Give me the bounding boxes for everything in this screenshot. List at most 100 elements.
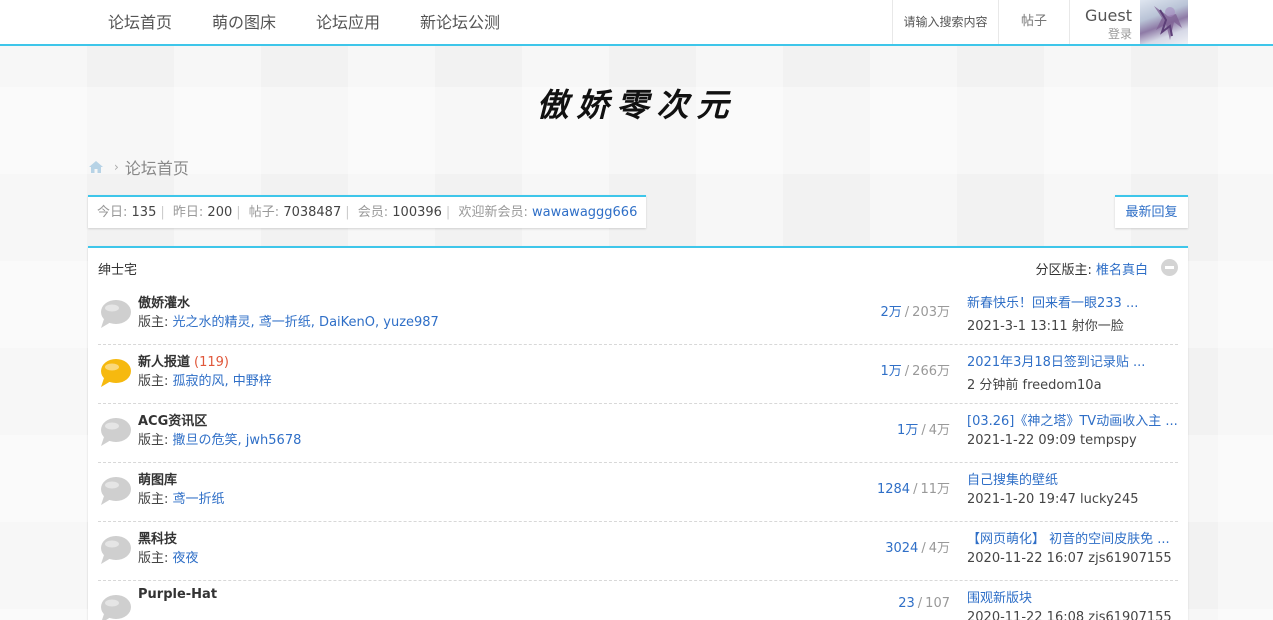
forum-name[interactable]: ACG资讯区 — [138, 410, 207, 429]
forum-counts: 1万/4万 — [897, 423, 950, 438]
last-post-title[interactable]: 2021年3月18日签到记录贴 ... — [967, 351, 1179, 370]
latest-replies-button[interactable]: 最新回复 — [1115, 195, 1188, 228]
nav-image-host[interactable]: 萌の图床 — [192, 0, 296, 44]
moderator-links[interactable]: 孤寂的风, 中野梓 — [173, 374, 272, 389]
forum-status-icon[interactable] — [98, 533, 132, 567]
thread-count: 1万 — [897, 423, 919, 438]
stat-yesterday-label: 昨日: — [172, 205, 204, 220]
forum-counts: 2万/203万 — [880, 305, 951, 320]
forum-name[interactable]: Purple-Hat — [138, 587, 217, 602]
moderator-prefix: 版主: — [138, 315, 169, 330]
moderator-links[interactable]: 夜夜 — [173, 551, 199, 566]
forum-status-icon[interactable] — [98, 297, 132, 331]
category-moderator: 分区版主: 椎名真白 — [1035, 259, 1148, 278]
forum-counts: 3024/4万 — [885, 541, 950, 556]
thread-count: 3024 — [885, 541, 919, 556]
search-input[interactable]: 请输入搜索内容 — [892, 0, 998, 44]
forum-counts: 23/107 — [898, 596, 950, 611]
last-post-meta: 2021-1-20 19:47 lucky245 — [967, 492, 1139, 507]
category-moderator-label: 分区版主: — [1035, 263, 1092, 278]
post-count: 266万 — [912, 364, 950, 379]
avatar-image — [1154, 6, 1182, 40]
last-post: 自己搜集的壁纸 2021-1-20 19:47 lucky245 — [967, 469, 1179, 507]
forum-category-panel: 绅士宅 分区版主: 椎名真白 傲娇灌水 版主: 光之水的精灵, 鸢一折纸, Da… — [88, 246, 1188, 620]
post-count: 4万 — [928, 541, 950, 556]
breadcrumb: › 论坛首页 — [88, 157, 189, 178]
forum-moderators: 版主: 孤寂的风, 中野梓 — [138, 370, 272, 389]
avatar[interactable] — [1140, 0, 1188, 44]
post-count: 4万 — [928, 423, 950, 438]
forum-name[interactable]: 黑科技 — [138, 528, 177, 547]
forum-status-icon[interactable] — [98, 415, 132, 449]
last-post-meta: 2020-11-22 16:08 zjs61907155 — [967, 610, 1172, 620]
top-navbar: 论坛首页 萌の图床 论坛应用 新论坛公测 请输入搜索内容 帖子 Guest 登录 — [0, 0, 1273, 46]
last-post: 【网页萌化】 初音的空间皮肤免 ... 2020-11-22 16:07 zjs… — [967, 528, 1179, 566]
forum-status-icon[interactable] — [98, 592, 132, 620]
stat-members-label: 会员: — [357, 205, 389, 220]
forum-name[interactable]: 新人报道 (119) — [138, 351, 229, 370]
collapse-icon[interactable] — [1161, 259, 1178, 276]
last-post: 新春快乐！回来看一眼233 ... 2021-3-1 13:11 射你一脸 — [967, 292, 1179, 334]
post-count: 107 — [925, 596, 950, 611]
forum-row: 傲娇灌水 版主: 光之水的精灵, 鸢一折纸, DaiKenO, yuze987 … — [98, 286, 1178, 345]
user-panel: Guest 登录 — [1070, 0, 1140, 44]
forum-moderators: 版主: 夜夜 — [138, 547, 199, 566]
stat-posts: 7038487 — [283, 205, 342, 220]
last-post-title[interactable]: 新春快乐！回来看一眼233 ... — [967, 292, 1179, 311]
forum-moderators: 版主: 撒旦の危笑, jwh5678 — [138, 429, 301, 448]
breadcrumb-separator: › — [114, 160, 119, 174]
stat-posts-label: 帖子: — [248, 205, 280, 220]
thread-count: 1万 — [880, 364, 902, 379]
moderator-links[interactable]: 鸢一折纸 — [173, 492, 225, 507]
last-post-meta: 2021-3-1 13:11 射你一脸 — [967, 319, 1124, 334]
last-post-title[interactable]: [03.26]《神之塔》TV动画收入主 ... — [967, 410, 1179, 429]
category-title[interactable]: 绅士宅 — [98, 259, 137, 278]
forum-name[interactable]: 萌图库 — [138, 469, 177, 488]
header-right: 请输入搜索内容 帖子 Guest 登录 — [892, 0, 1188, 44]
forum-status-icon[interactable] — [98, 474, 132, 508]
stat-members: 100396 — [392, 205, 442, 220]
nav-apps[interactable]: 论坛应用 — [296, 0, 400, 44]
user-name: Guest — [1085, 6, 1132, 25]
breadcrumb-current: 论坛首页 — [124, 159, 189, 178]
search-type-select[interactable]: 帖子 — [998, 0, 1070, 44]
new-post-count: (119) — [194, 355, 229, 370]
last-post-title[interactable]: 【网页萌化】 初音的空间皮肤免 ... — [967, 528, 1179, 547]
last-post: [03.26]《神之塔》TV动画收入主 ... 2021-1-22 09:09 … — [967, 410, 1179, 448]
moderator-links[interactable]: 光之水的精灵, 鸢一折纸, DaiKenO, yuze987 — [173, 315, 439, 330]
last-post: 2021年3月18日签到记录贴 ... 2 分钟前 freedom10a — [967, 351, 1179, 393]
thread-count: 1284 — [876, 482, 911, 497]
last-post-meta: 2020-11-22 16:07 zjs61907155 — [967, 551, 1172, 566]
moderator-prefix: 版主: — [138, 433, 169, 448]
forum-moderators: 版主: 鸢一折纸 — [138, 488, 225, 507]
home-icon[interactable] — [88, 160, 104, 174]
moderator-prefix: 版主: — [138, 374, 169, 389]
newest-member-link[interactable]: wawawaggg666 — [532, 205, 637, 220]
moderator-links[interactable]: 撒旦の危笑, jwh5678 — [173, 433, 302, 448]
forum-name[interactable]: 傲娇灌水 — [138, 292, 190, 311]
site-logo[interactable]: 傲娇零次元 — [0, 80, 1273, 126]
category-moderator-link[interactable]: 椎名真白 — [1096, 263, 1148, 278]
nav-new-forum-beta[interactable]: 新论坛公测 — [400, 0, 520, 44]
thread-count: 23 — [898, 596, 915, 611]
forum-row: 新人报道 (119) 版主: 孤寂的风, 中野梓 1万/266万 2021年3月1… — [98, 345, 1178, 404]
thread-count: 2万 — [880, 305, 902, 320]
last-post-title[interactable]: 围观新版块 — [967, 587, 1179, 606]
last-post-meta: 2021-1-22 09:09 tempspy — [967, 433, 1137, 448]
moderator-prefix: 版主: — [138, 492, 169, 507]
main-nav: 论坛首页 萌の图床 论坛应用 新论坛公测 — [88, 0, 520, 44]
forum-stats: 今日: 135 | 昨日: 200 | 帖子: 7038487 | 会员: 10039… — [88, 195, 647, 228]
forum-row: 萌图库 版主: 鸢一折纸 1284/11万 自己搜集的壁纸 2021-1-20 … — [98, 463, 1178, 522]
last-post-meta: 2 分钟前 freedom10a — [967, 378, 1102, 393]
forum-status-icon[interactable] — [98, 356, 132, 390]
last-post-title[interactable]: 自己搜集的壁纸 — [967, 469, 1179, 488]
forum-list: 傲娇灌水 版主: 光之水的精灵, 鸢一折纸, DaiKenO, yuze987 … — [88, 286, 1188, 620]
stat-newest-label: 欢迎新会员: — [458, 205, 528, 220]
login-link[interactable]: 登录 — [1108, 25, 1132, 42]
forum-counts: 1万/266万 — [880, 364, 951, 379]
forum-row: Purple-Hat 23/107 围观新版块 2020-11-22 16:08… — [98, 581, 1178, 620]
nav-home[interactable]: 论坛首页 — [88, 0, 192, 44]
last-post: 围观新版块 2020-11-22 16:08 zjs61907155 — [967, 587, 1179, 620]
forum-row: ACG资讯区 版主: 撒旦の危笑, jwh5678 1万/4万 [03.26]《… — [98, 404, 1178, 463]
post-count: 203万 — [912, 305, 950, 320]
